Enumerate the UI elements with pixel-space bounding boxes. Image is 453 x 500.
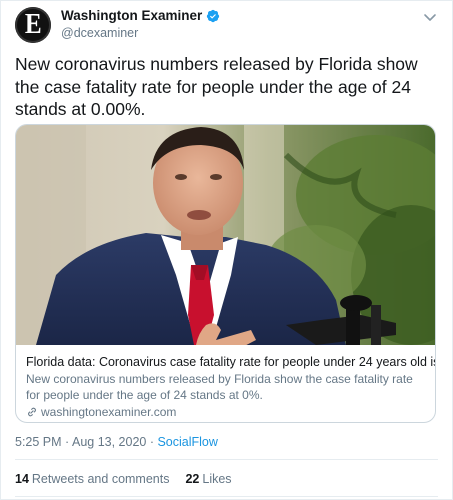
likes-label: Likes [202, 472, 232, 486]
card-title[interactable]: Florida data: Coronavirus case fatality … [26, 354, 435, 370]
meta-separator: · [61, 435, 72, 449]
retweets-label: Retweets and comments [31, 472, 170, 486]
retweets-stat[interactable]: 14 Retweets and comments [15, 472, 169, 486]
retweets-count: 14 [15, 472, 29, 486]
account-handle[interactable]: @dcexaminer [61, 26, 138, 40]
chevron-down-icon[interactable] [422, 9, 438, 25]
verified-badge-icon [207, 9, 220, 22]
meta-separator: · [146, 435, 158, 449]
link-icon [28, 407, 36, 417]
tweet-date[interactable]: Aug 13, 2020 [72, 435, 146, 449]
likes-count: 22 [185, 472, 200, 486]
divider [15, 496, 438, 497]
link-card[interactable]: Florida data: Coronavirus case fatality … [15, 124, 436, 423]
display-name[interactable]: Washington Examiner [61, 8, 202, 23]
card-image[interactable] [16, 125, 436, 345]
tweet-stats: 14 Retweets and comments 22 Likes [15, 472, 232, 486]
tweet-container: E Washington Examiner @dcexaminer New co… [0, 0, 453, 500]
card-domain-text: washingtonexaminer.com [41, 405, 177, 419]
tweet-text: New coronavirus numbers released by Flor… [15, 54, 418, 119]
divider [15, 459, 438, 460]
avatar-logo-letter: E [24, 9, 42, 40]
tweet-time[interactable]: 5:25 PM [15, 435, 62, 449]
card-domain[interactable]: washingtonexaminer.com [26, 405, 425, 419]
avatar[interactable]: E [15, 7, 51, 43]
tweet-meta: 5:25 PM · Aug 13, 2020 · SocialFlow [15, 435, 218, 449]
card-description: New coronavirus numbers released by Flor… [26, 372, 413, 402]
tweet-header: E Washington Examiner @dcexaminer [15, 7, 442, 43]
card-body: Florida data: Coronavirus case fatality … [26, 354, 435, 419]
name-row: Washington Examiner [61, 8, 220, 23]
tweet-source[interactable]: SocialFlow [157, 435, 217, 449]
likes-stat[interactable]: 22 Likes [185, 472, 231, 486]
